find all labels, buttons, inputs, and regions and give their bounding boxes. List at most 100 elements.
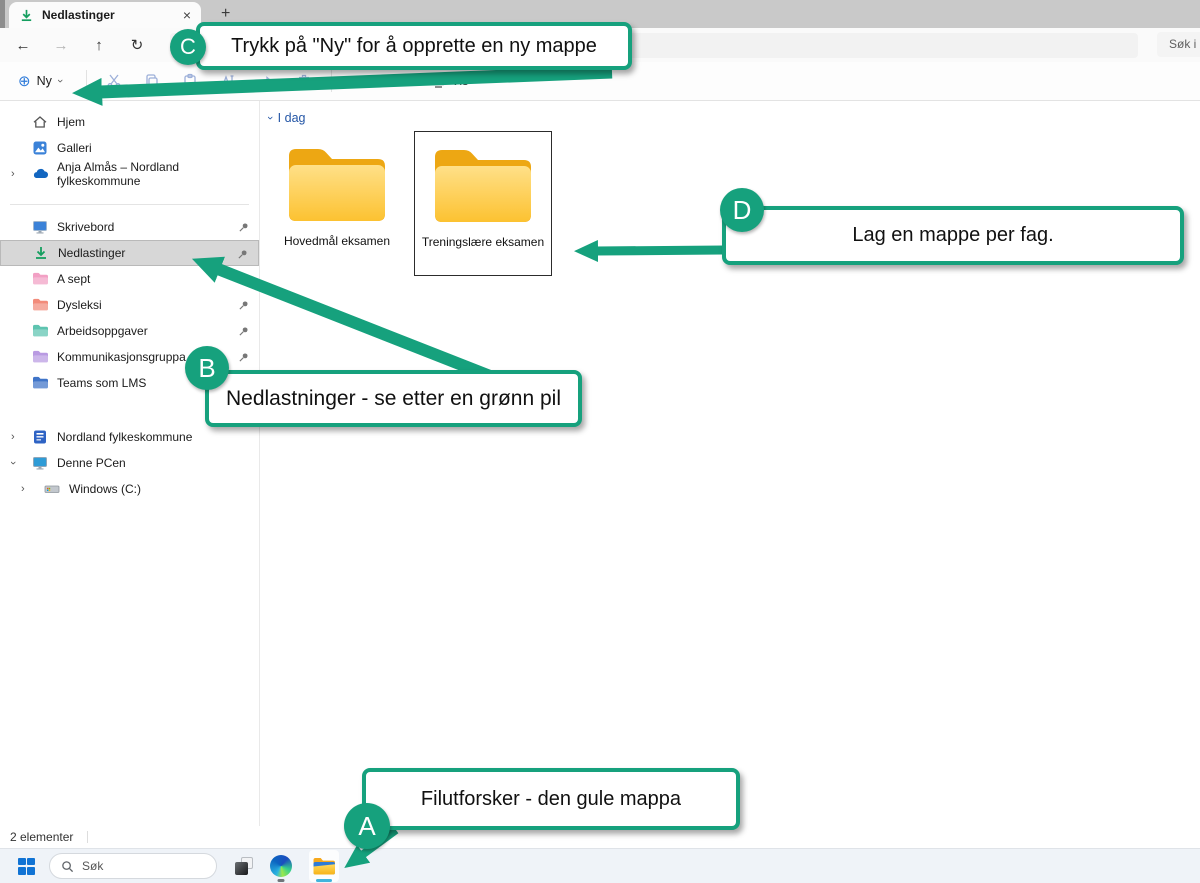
file-explorer-icon — [312, 855, 336, 877]
share-icon — [258, 73, 274, 89]
new-tab-button[interactable]: + — [221, 5, 230, 23]
sidebar-label: Windows (C:) — [69, 482, 141, 496]
new-button[interactable]: ⊕ Ny › — [0, 72, 78, 90]
navigation-pane: Hjem Galleri › Anja Almås – Nordland — [0, 101, 260, 826]
toolbar-divider — [86, 70, 87, 92]
chevron-down-icon[interactable]: › — [7, 461, 19, 465]
close-tab-icon[interactable]: × — [183, 7, 191, 23]
pin-icon — [238, 273, 250, 285]
chevron-right-icon[interactable]: › — [11, 168, 15, 180]
toolbar-divider — [331, 70, 332, 92]
sidebar-item-nedlastinger[interactable]: Nedlastinger — [0, 240, 259, 266]
folder-icon — [32, 271, 48, 287]
cut-button[interactable] — [95, 73, 133, 89]
taskbar-search[interactable]: Søk — [49, 853, 217, 879]
callout-d-box: Lag en mappe per fag. — [722, 206, 1184, 265]
callout-b-text: Nedlastninger - se etter en grønn pil — [226, 387, 561, 411]
callout-c-box: Trykk på "Ny" for å opprette en ny mappe — [196, 22, 632, 70]
active-indicator — [316, 879, 332, 882]
sidebar-item-a-sept[interactable]: A sept — [0, 266, 259, 292]
chevron-right-icon[interactable]: › — [11, 431, 15, 443]
gallery-icon — [32, 140, 48, 156]
chevron-down-icon: › — [469, 79, 481, 83]
chevron-down-icon: › — [54, 79, 66, 83]
sidebar-separator — [10, 204, 249, 205]
callout-b-box: Nedlastninger - se etter en grønn pil — [205, 370, 582, 427]
group-header-today[interactable]: › I dag — [268, 111, 1200, 125]
sidebar-item-dysleksi[interactable]: Dysleksi — [0, 292, 259, 318]
plus-circle-icon: ⊕ — [18, 72, 31, 90]
up-icon[interactable]: ↑ — [80, 37, 118, 54]
view-icon — [431, 75, 446, 88]
callout-a-box: Filutforsker - den gule mappa — [362, 768, 740, 830]
folder-treningslaere-eksamen[interactable]: Treningslære eksamen — [414, 131, 552, 276]
folder-name: Treningslære eksamen — [422, 235, 544, 249]
group-label: I dag — [278, 111, 306, 125]
delete-button[interactable] — [285, 73, 323, 89]
sidebar-label: Skrivebord — [57, 220, 114, 234]
sidebar-label: Anja Almås – Nordland fylkeskommune — [57, 160, 259, 188]
chevron-right-icon[interactable]: › — [21, 483, 25, 495]
folder-name: Hovedmål eksamen — [284, 234, 390, 248]
onedrive-icon — [32, 166, 48, 182]
forward-icon[interactable]: → — [42, 37, 80, 54]
start-button[interactable] — [18, 858, 35, 875]
view-label: Vis — [451, 74, 468, 88]
task-view-button[interactable] — [235, 857, 253, 875]
sort-icon: ↑↓ — [352, 74, 360, 88]
rename-icon — [220, 73, 236, 89]
sidebar-label: A sept — [57, 272, 90, 286]
folder-hovedmal-eksamen[interactable]: Hovedmål eksamen — [268, 131, 406, 276]
sidebar-item-arbeidsoppgaver[interactable]: Arbeidsoppgaver — [0, 318, 259, 344]
sidebar-label: Denne PCen — [57, 456, 126, 470]
paste-icon — [182, 73, 198, 89]
folder-icon — [32, 297, 48, 313]
file-explorer-button[interactable] — [309, 850, 339, 882]
sidebar-item-onedrive[interactable]: › Anja Almås – Nordland fylkeskommune — [0, 161, 259, 187]
refresh-icon[interactable]: ↻ — [118, 36, 156, 54]
taskbar-search-label: Søk — [82, 859, 103, 873]
sidebar-item-windows-c[interactable]: › Windows (C:) — [0, 476, 259, 502]
tab-title: Nedlastinger — [42, 8, 115, 22]
pin-icon — [238, 325, 250, 337]
sidebar-label: Dysleksi — [57, 298, 102, 312]
back-icon[interactable]: ← — [4, 37, 42, 54]
sidebar-label: Hjem — [57, 115, 85, 129]
sidebar-item-denne-pcen[interactable]: › Denne PCen — [0, 450, 259, 476]
pin-icon — [238, 221, 250, 233]
search-input[interactable]: Søk i N — [1157, 32, 1200, 57]
pin-icon — [237, 248, 249, 260]
sidebar-label: Nordland fylkeskommune — [57, 430, 192, 444]
edge-icon — [270, 855, 292, 877]
view-button[interactable]: Vis › — [419, 74, 489, 88]
search-icon — [61, 860, 74, 873]
callout-d-badge: D — [720, 188, 764, 232]
paste-button[interactable] — [171, 73, 209, 89]
sidebar-label: Nedlastinger — [58, 246, 125, 260]
cut-icon — [106, 73, 122, 89]
sidebar-label: Galleri — [57, 141, 92, 155]
status-divider — [87, 831, 88, 843]
folder-icon — [32, 349, 48, 365]
tab-nedlastinger[interactable]: Nedlastinger × — [9, 2, 201, 28]
callout-d-text: Lag en mappe per fag. — [852, 224, 1053, 247]
taskbar: Søk — [0, 848, 1200, 883]
sidebar-item-hjem[interactable]: Hjem — [0, 109, 259, 135]
edge-button[interactable] — [266, 850, 296, 882]
file-explorer-window: Nedlastinger × + ← → ↑ ↻ Søk i N ⊕ Ny › — [0, 0, 1200, 848]
see-more-button[interactable]: ••• — [489, 75, 532, 87]
copy-button[interactable] — [133, 73, 171, 89]
callout-b-badge: B — [185, 346, 229, 390]
pin-icon — [238, 299, 250, 311]
callout-c-badge: C — [170, 29, 206, 65]
sidebar-item-skrivebord[interactable]: Skrivebord — [0, 214, 259, 240]
sort-button[interactable]: ↑↓ Sorter › — [340, 74, 420, 88]
sidebar-item-galleri[interactable]: Galleri — [0, 135, 259, 161]
rename-button[interactable] — [209, 73, 247, 89]
share-button[interactable] — [247, 73, 285, 89]
sidebar-label: Teams som LMS — [57, 376, 146, 390]
folder-icon — [32, 375, 48, 391]
trash-icon — [296, 73, 312, 89]
item-count: 2 elementer — [10, 830, 73, 844]
sidebar-item-nordland-fylkeskommune[interactable]: › Nordland fylkeskommune — [0, 424, 259, 450]
